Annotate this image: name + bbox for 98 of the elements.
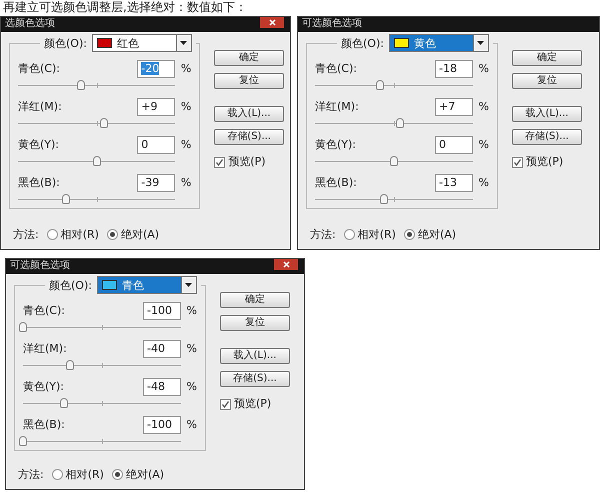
dialog-button[interactable]: 载入(L)... <box>512 106 582 122</box>
method-label: 方法: <box>13 226 39 242</box>
value-field[interactable]: 0 <box>435 136 473 154</box>
slider-thumb[interactable] <box>100 118 108 128</box>
unit-label: % <box>186 378 197 395</box>
dialog-button[interactable]: 确定 <box>512 50 582 66</box>
unit-label: % <box>478 60 489 77</box>
radio-button[interactable] <box>112 469 123 480</box>
dialog-button[interactable]: 复位 <box>214 73 284 89</box>
radio-label: 绝对(A) <box>126 466 164 482</box>
value-field[interactable]: +7 <box>435 98 473 116</box>
dropdown-arrow-icon <box>185 283 192 287</box>
value-field[interactable]: -13 <box>435 174 473 192</box>
value-field[interactable]: -100 <box>143 302 181 320</box>
dialog-button[interactable]: 复位 <box>220 315 290 331</box>
checkbox-label: 预览(P) <box>526 154 564 170</box>
dialog-button[interactable]: 复位 <box>512 73 582 89</box>
close-button[interactable] <box>274 259 298 270</box>
value-field[interactable]: -20 <box>137 60 176 78</box>
field-label: 颜色(O): <box>49 280 92 290</box>
checkbox-label: 预览(P) <box>228 154 266 170</box>
slider-thumb[interactable] <box>19 436 27 446</box>
radio-button[interactable] <box>106 229 118 240</box>
unit-label: % <box>180 60 192 77</box>
unit-label: % <box>180 136 192 153</box>
slider-label: 青色(C): <box>23 302 66 319</box>
dropdown-arrow-icon <box>477 41 484 45</box>
dropdown-arrow-icon <box>180 41 188 45</box>
method-label: 方法: <box>18 466 44 482</box>
caption-text: 再建立可选颜色调整层,选择绝对：数值如下： <box>2 0 248 16</box>
unit-label: % <box>180 174 192 191</box>
checkbox-label: 预览(P) <box>234 396 272 412</box>
color-dropdown[interactable]: 黄色 <box>388 34 489 52</box>
slider-thumb[interactable] <box>19 322 27 332</box>
close-icon <box>282 261 290 268</box>
slider-thumb[interactable] <box>390 156 398 166</box>
unit-label: % <box>478 98 489 115</box>
unit-label: % <box>478 174 489 191</box>
value-field[interactable]: +9 <box>137 98 176 116</box>
radio-label: 相对(R) <box>358 226 396 242</box>
field-label: 颜色(O): <box>341 38 384 48</box>
slider-label: 洋红(M): <box>23 340 68 357</box>
dialog-button[interactable]: 存储(S)... <box>512 129 582 145</box>
close-button[interactable] <box>260 17 284 28</box>
slider-label: 黑色(B): <box>18 174 61 191</box>
close-icon <box>268 19 276 26</box>
slider-label: 黄色(Y): <box>23 378 66 395</box>
unit-label: % <box>186 340 197 357</box>
slider-label: 黄色(Y): <box>315 136 358 153</box>
color-dropdown[interactable]: 青色 <box>96 276 197 294</box>
field-label: 颜色(O): <box>44 38 87 48</box>
slider-thumb[interactable] <box>396 118 404 128</box>
unit-label: % <box>478 136 489 153</box>
color-dropdown[interactable]: 红色 <box>92 34 192 52</box>
radio-button[interactable] <box>52 469 63 480</box>
dialog-button[interactable]: 载入(L)... <box>220 348 290 364</box>
slider-thumb[interactable] <box>62 194 70 204</box>
dialog-button[interactable]: 载入(L)... <box>214 106 284 122</box>
radio-button[interactable] <box>404 229 415 240</box>
slider-label: 洋红(M): <box>18 98 63 115</box>
value-field[interactable]: -18 <box>435 60 473 78</box>
slider-label: 黑色(B): <box>23 416 66 433</box>
dialog-button[interactable]: 存储(S)... <box>220 371 290 387</box>
slider-label: 洋红(M): <box>315 98 360 115</box>
radio-label: 绝对(A) <box>120 226 160 242</box>
unit-label: % <box>186 302 197 319</box>
checkbox[interactable] <box>214 156 226 168</box>
radio-button[interactable] <box>344 229 355 240</box>
window-title: 可选颜色选项 <box>302 17 362 31</box>
slider-thumb[interactable] <box>76 80 85 90</box>
checkbox[interactable] <box>220 398 231 410</box>
slider-label: 青色(C): <box>315 60 358 77</box>
dialog-button[interactable]: 确定 <box>214 50 284 66</box>
slider-thumb[interactable] <box>60 398 68 408</box>
slider-label: 青色(C): <box>18 60 61 77</box>
window-title: 可选颜色选项 <box>10 259 70 273</box>
window-title: 选颜色选项 <box>5 17 55 31</box>
slider-thumb[interactable] <box>92 156 101 166</box>
unit-label: % <box>186 416 197 433</box>
slider-label: 黄色(Y): <box>18 136 60 153</box>
value-field[interactable]: -48 <box>143 378 181 396</box>
radio-label: 绝对(A) <box>418 226 456 242</box>
slider-thumb[interactable] <box>380 194 388 204</box>
checkbox[interactable] <box>512 156 523 168</box>
dialog-button[interactable]: 存储(S)... <box>214 129 284 145</box>
value-field[interactable]: -100 <box>143 416 181 434</box>
slider-thumb[interactable] <box>376 80 384 90</box>
slider-label: 黑色(B): <box>315 174 358 191</box>
value-field[interactable]: -40 <box>143 340 181 358</box>
slider-thumb[interactable] <box>66 360 74 370</box>
unit-label: % <box>180 98 192 115</box>
radio-label: 相对(R) <box>66 466 104 482</box>
radio-label: 相对(R) <box>60 226 99 242</box>
value-field[interactable]: -39 <box>137 174 176 192</box>
value-field[interactable]: 0 <box>137 136 176 154</box>
dialog-button[interactable]: 确定 <box>220 292 290 308</box>
method-label: 方法: <box>310 226 336 242</box>
radio-button[interactable] <box>46 229 58 240</box>
